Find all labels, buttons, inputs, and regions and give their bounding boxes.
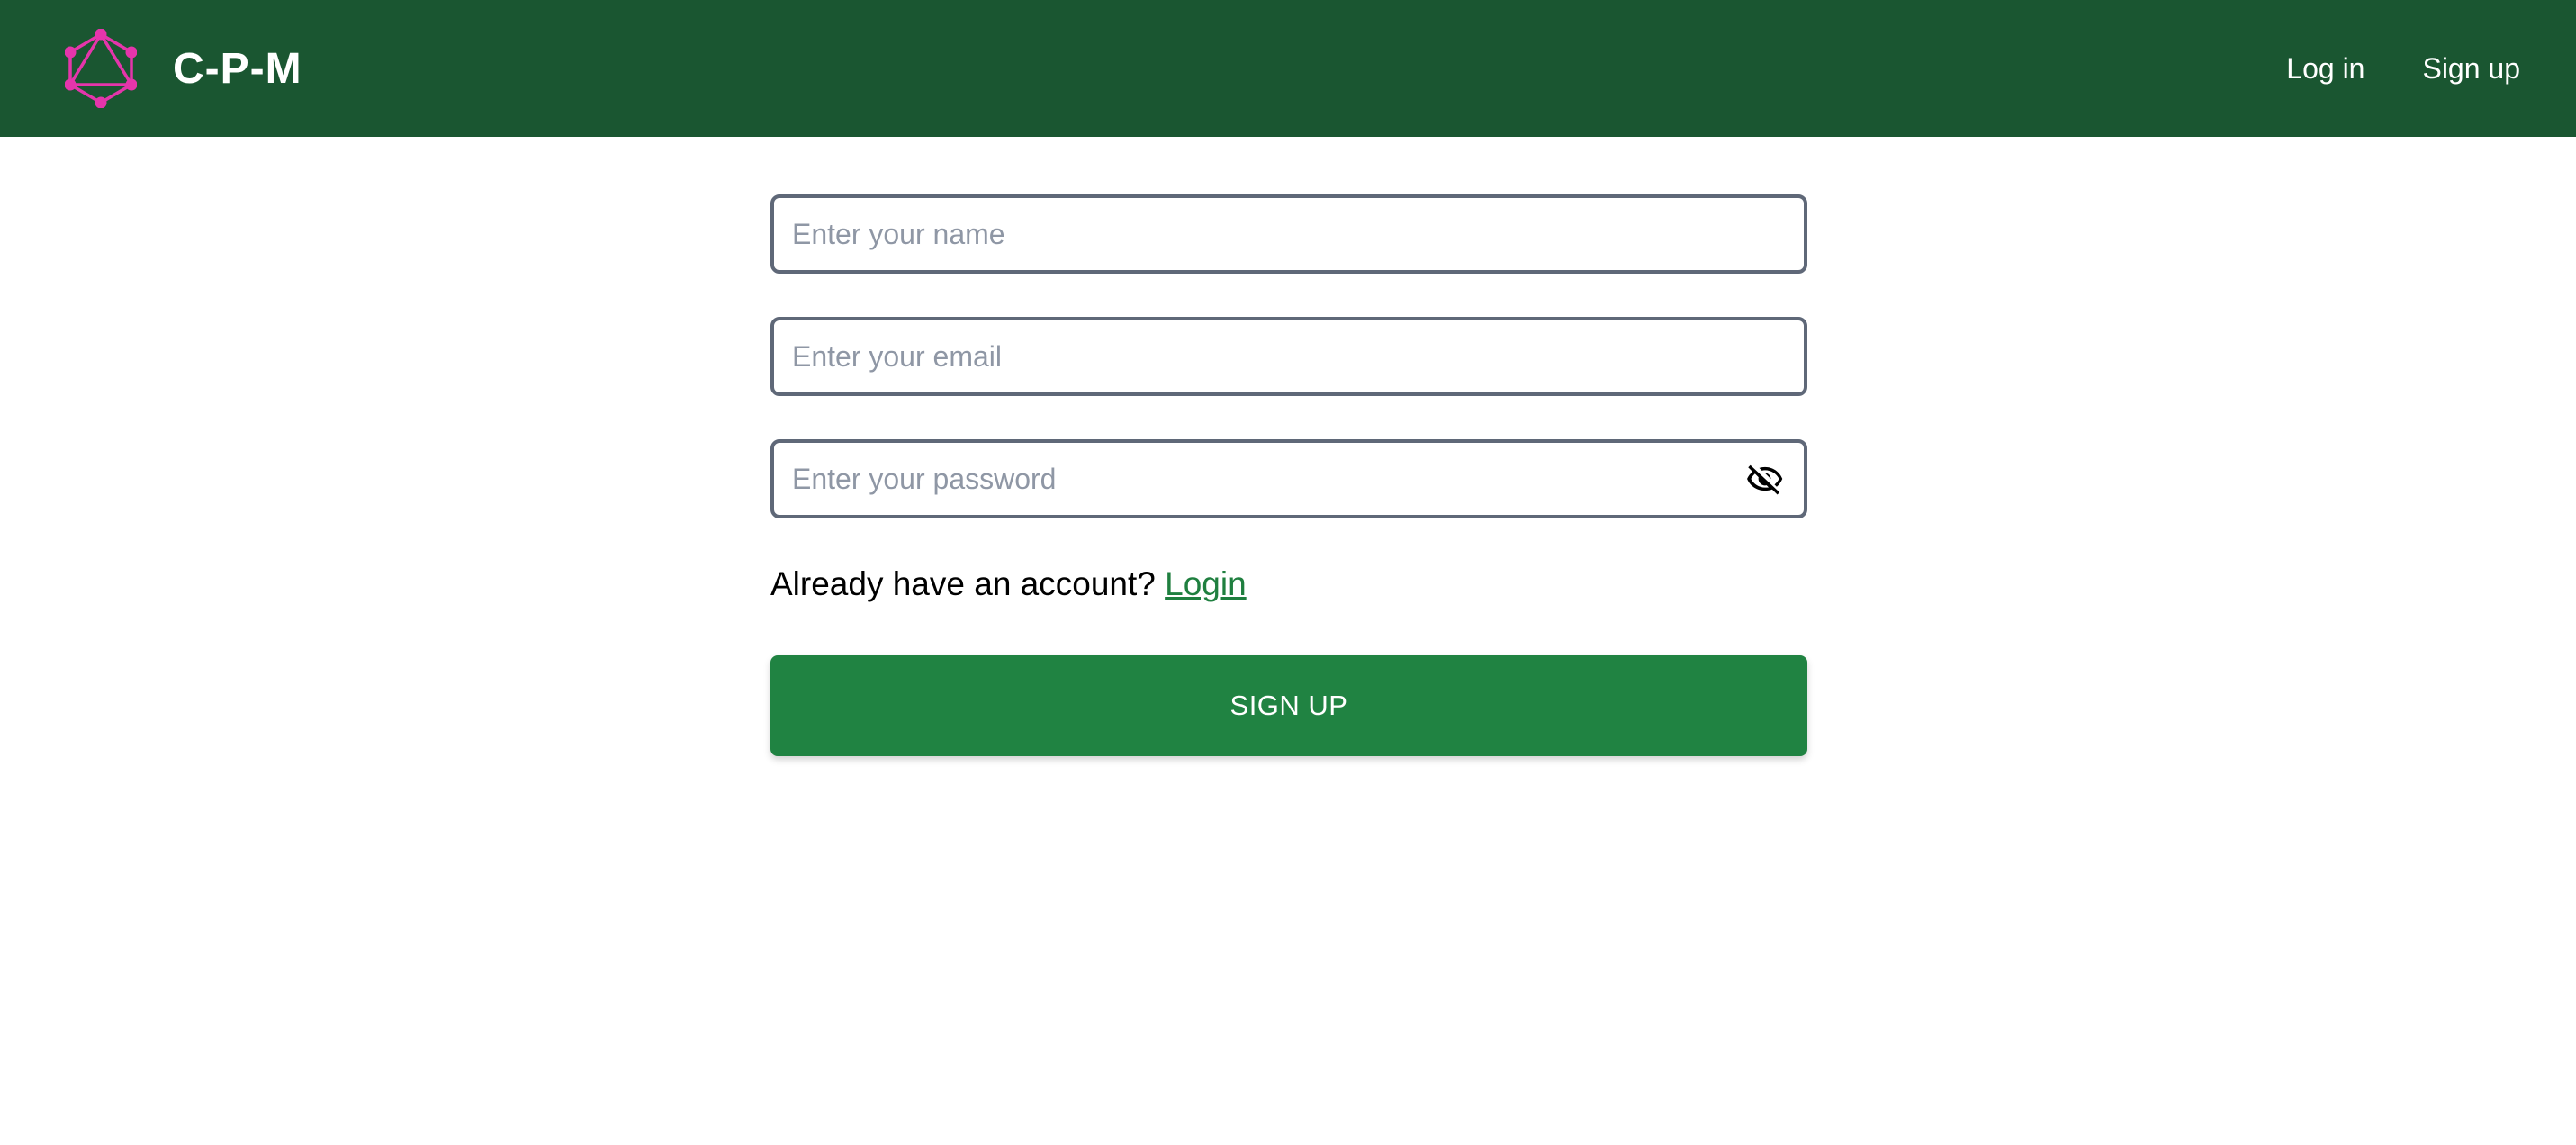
- email-field-wrapper: [770, 317, 1807, 396]
- signup-form: Already have an account? Login SIGN UP: [770, 194, 1807, 756]
- brand-name: C-P-M: [173, 44, 302, 93]
- nav-links: Log in Sign up: [2229, 0, 2520, 137]
- login-link[interactable]: Login: [1165, 565, 1247, 602]
- password-input[interactable]: [774, 443, 1804, 515]
- top-navbar: C-P-M Log in Sign up: [0, 0, 2576, 137]
- account-prompt-row: Already have an account? Login: [770, 562, 1807, 607]
- brand[interactable]: C-P-M: [65, 25, 302, 112]
- nav-signup-link[interactable]: Sign up: [2422, 52, 2520, 86]
- password-field-wrapper: [770, 439, 1807, 518]
- eye-off-icon[interactable]: [1746, 460, 1784, 498]
- graphql-logo-icon: [65, 29, 137, 108]
- signup-submit-button[interactable]: SIGN UP: [770, 655, 1807, 756]
- email-input[interactable]: [774, 320, 1804, 392]
- name-input[interactable]: [774, 198, 1804, 270]
- account-prompt-text: Already have an account?: [770, 565, 1156, 602]
- name-field-wrapper: [770, 194, 1807, 274]
- nav-login-link[interactable]: Log in: [2286, 52, 2364, 86]
